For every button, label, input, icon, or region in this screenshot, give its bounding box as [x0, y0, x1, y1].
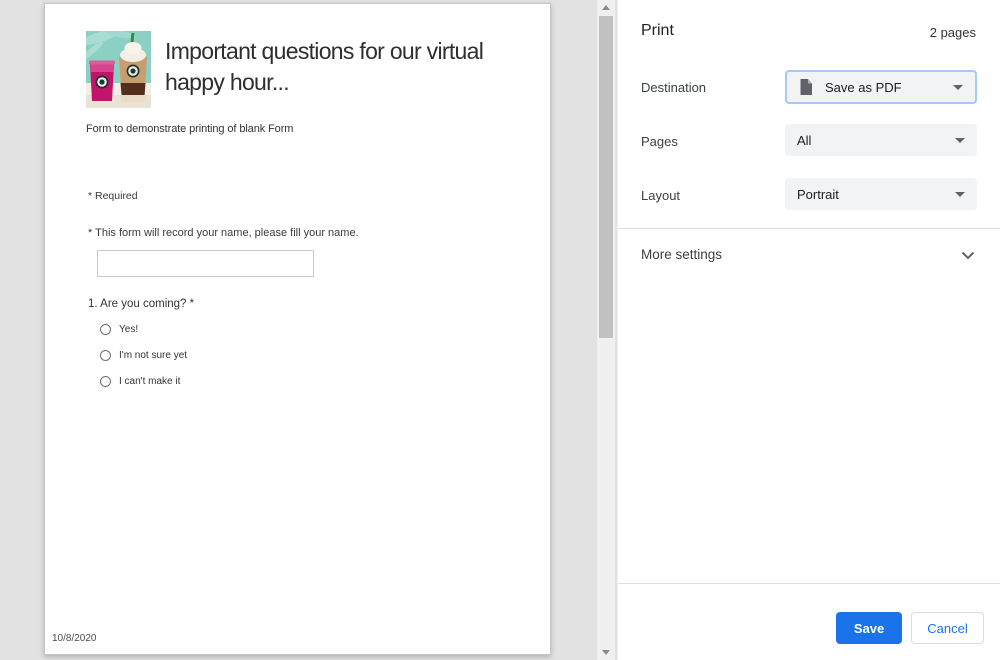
preview-scrollbar[interactable]	[597, 0, 615, 660]
pages-value: All	[797, 132, 812, 148]
scrollbar-down-arrow-icon[interactable]	[602, 650, 610, 655]
radio-option-cant-make-it: I can't make it	[100, 376, 187, 387]
chevron-down-icon	[961, 251, 975, 260]
radio-option-not-sure: I'm not sure yet	[100, 350, 187, 361]
layout-dropdown[interactable]: Portrait	[785, 178, 977, 210]
scrollbar-thumb[interactable]	[599, 16, 613, 338]
more-settings-toggle[interactable]: More settings	[618, 229, 1000, 281]
radio-option-label: I'm not sure yet	[119, 350, 188, 361]
footer-divider	[618, 583, 1000, 584]
form-title: Important questions for our virtual happ…	[165, 36, 547, 98]
pages-label: Pages	[641, 134, 678, 149]
question-1-options: Yes! I'm not sure yet I can't make it	[100, 324, 187, 402]
page-count-label: 2 pages	[929, 25, 976, 40]
layout-label: Layout	[641, 188, 681, 203]
radio-circle-icon	[100, 376, 111, 387]
dropdown-caret-icon	[955, 191, 965, 197]
destination-label: Destination	[641, 80, 707, 95]
question-1-label: 1. Are you coming? *	[88, 298, 195, 310]
radio-option-label: Yes!	[119, 324, 139, 335]
form-header-image	[86, 31, 151, 108]
dropdown-caret-icon	[955, 137, 965, 143]
preview-page-1: Important questions for our virtual happ…	[44, 3, 551, 655]
destination-value: Save as PDF	[825, 79, 902, 95]
scrollbar-up-arrow-icon[interactable]	[602, 5, 610, 10]
document-icon	[800, 79, 812, 95]
pages-dropdown[interactable]: All	[785, 124, 977, 156]
form-title-line2: happy hour...	[165, 69, 290, 95]
name-record-prompt: * This form will record your name, pleas…	[88, 227, 359, 239]
cancel-button[interactable]: Cancel	[911, 612, 984, 644]
form-title-line1: Important questions for our virtual	[165, 38, 484, 64]
form-subtitle: Form to demonstrate printing of blank Fo…	[86, 123, 294, 135]
print-preview-area: Important questions for our virtual happ…	[0, 0, 617, 660]
dropdown-caret-icon	[953, 84, 963, 90]
dialog-title: Print	[641, 22, 674, 39]
radio-circle-icon	[100, 324, 111, 335]
more-settings-label: More settings	[641, 247, 723, 262]
page-footer-date: 10/8/2020	[52, 633, 97, 644]
print-settings-panel: Print 2 pages Destination Save as PDF Pa…	[617, 0, 1000, 660]
radio-option-label: I can't make it	[119, 376, 181, 387]
radio-circle-icon	[100, 350, 111, 361]
name-text-input-preview	[97, 250, 314, 277]
save-button[interactable]: Save	[836, 612, 902, 644]
required-note: * Required	[88, 190, 138, 202]
destination-dropdown[interactable]: Save as PDF	[785, 70, 977, 104]
radio-option-yes: Yes!	[100, 324, 187, 335]
layout-value: Portrait	[797, 186, 839, 202]
